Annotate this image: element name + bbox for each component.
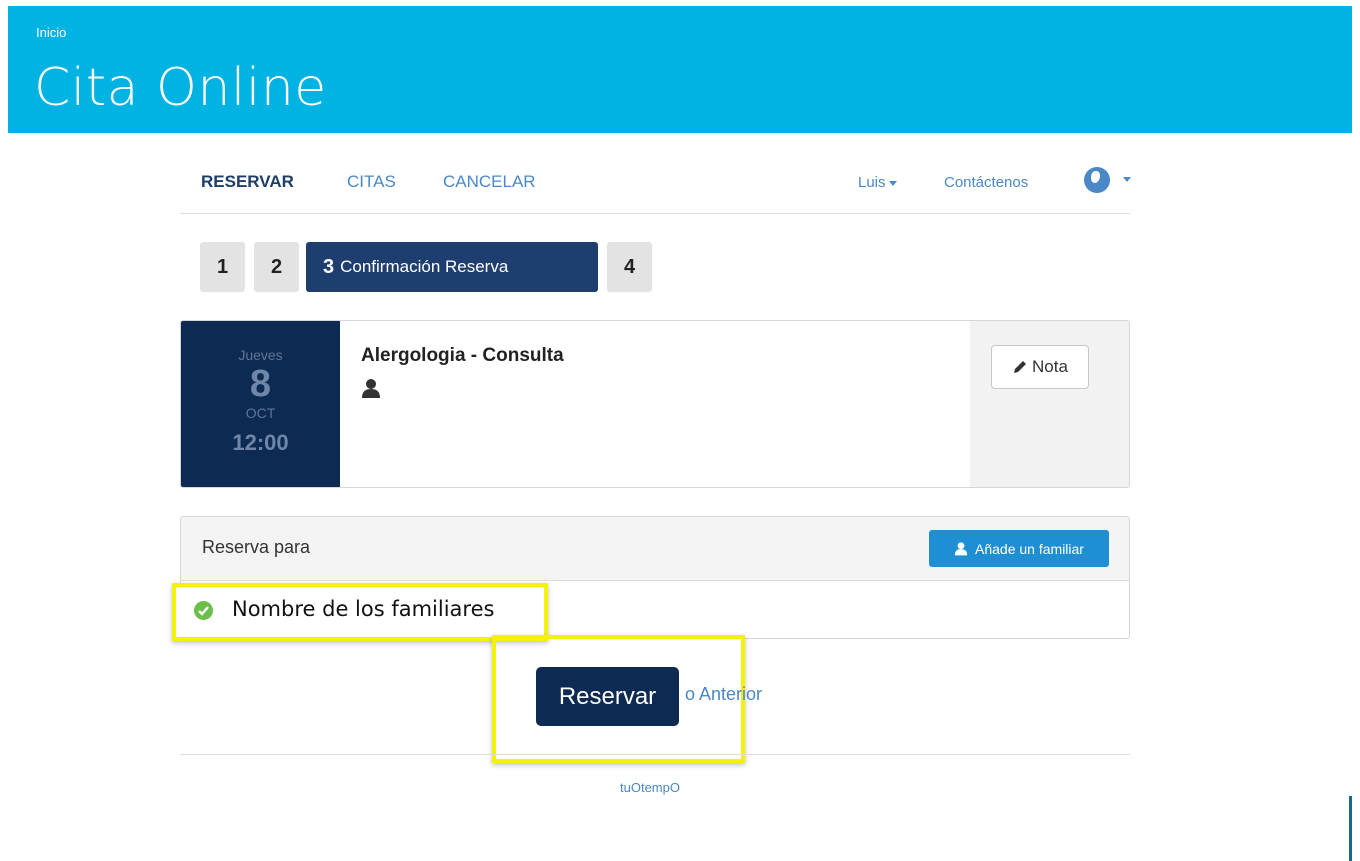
add-family-button[interactable]: Añade un familiar (929, 530, 1109, 567)
reservar-button[interactable]: Reservar (536, 667, 679, 726)
footer-divider (180, 754, 1130, 755)
step-number: 3 (323, 255, 335, 278)
appointment-time: 12:00 (232, 430, 289, 455)
nav-item-reservar[interactable]: RESERVAR (201, 172, 294, 192)
step-2[interactable]: 2 (254, 242, 299, 292)
appointment-card: Jueves 8 OCT 12:00 Alergologia - Consult… (180, 320, 1130, 488)
day-of-week: Jueves (238, 347, 283, 363)
previous-link[interactable]: o Anterior (685, 684, 762, 705)
panel-title: Reserva para (202, 537, 311, 557)
panel-header: Reserva para Añade un familiar (181, 517, 1129, 581)
step-1[interactable]: 1 (200, 242, 245, 292)
pencil-icon (1014, 361, 1027, 373)
family-member-name: Nombre de los familiares (232, 597, 495, 621)
chevron-down-icon (888, 180, 897, 186)
step-3-active: 3 Confirmación Reserva (306, 242, 598, 292)
nav-item-citas[interactable]: CITAS (347, 172, 396, 192)
step-4[interactable]: 4 (607, 242, 652, 292)
contact-link[interactable]: Contáctenos (944, 174, 1028, 191)
day-number: 8 (249, 363, 272, 405)
window-edge (1349, 796, 1352, 861)
appointment-actions: Nota (970, 321, 1129, 487)
add-family-label: Añade un familiar (975, 540, 1084, 557)
checkmark-icon (198, 606, 209, 616)
family-member-option[interactable]: Nombre de los familiares (172, 583, 548, 641)
user-menu-label: Luis (858, 174, 886, 191)
home-link[interactable]: Inicio (36, 25, 66, 40)
step-label: Confirmación Reserva (340, 257, 509, 276)
user-icon (954, 542, 968, 556)
user-icon (362, 379, 380, 398)
service-name: Alergologia - Consulta (361, 345, 564, 366)
appointment-date-block: Jueves 8 OCT 12:00 (181, 321, 340, 487)
chevron-down-icon[interactable] (1123, 177, 1131, 182)
user-menu[interactable]: Luis (858, 174, 897, 191)
globe-icon[interactable] (1084, 167, 1110, 193)
month: OCT (245, 405, 276, 421)
note-button-label: Nota (1032, 357, 1068, 376)
check-circle-icon (194, 601, 213, 620)
footer-brand[interactable]: tuOtempO (620, 780, 680, 795)
top-nav: RESERVAR CITAS CANCELAR Luis Contáctenos (180, 160, 1131, 214)
nav-item-cancelar[interactable]: CANCELAR (443, 172, 536, 192)
note-button[interactable]: Nota (991, 345, 1089, 389)
